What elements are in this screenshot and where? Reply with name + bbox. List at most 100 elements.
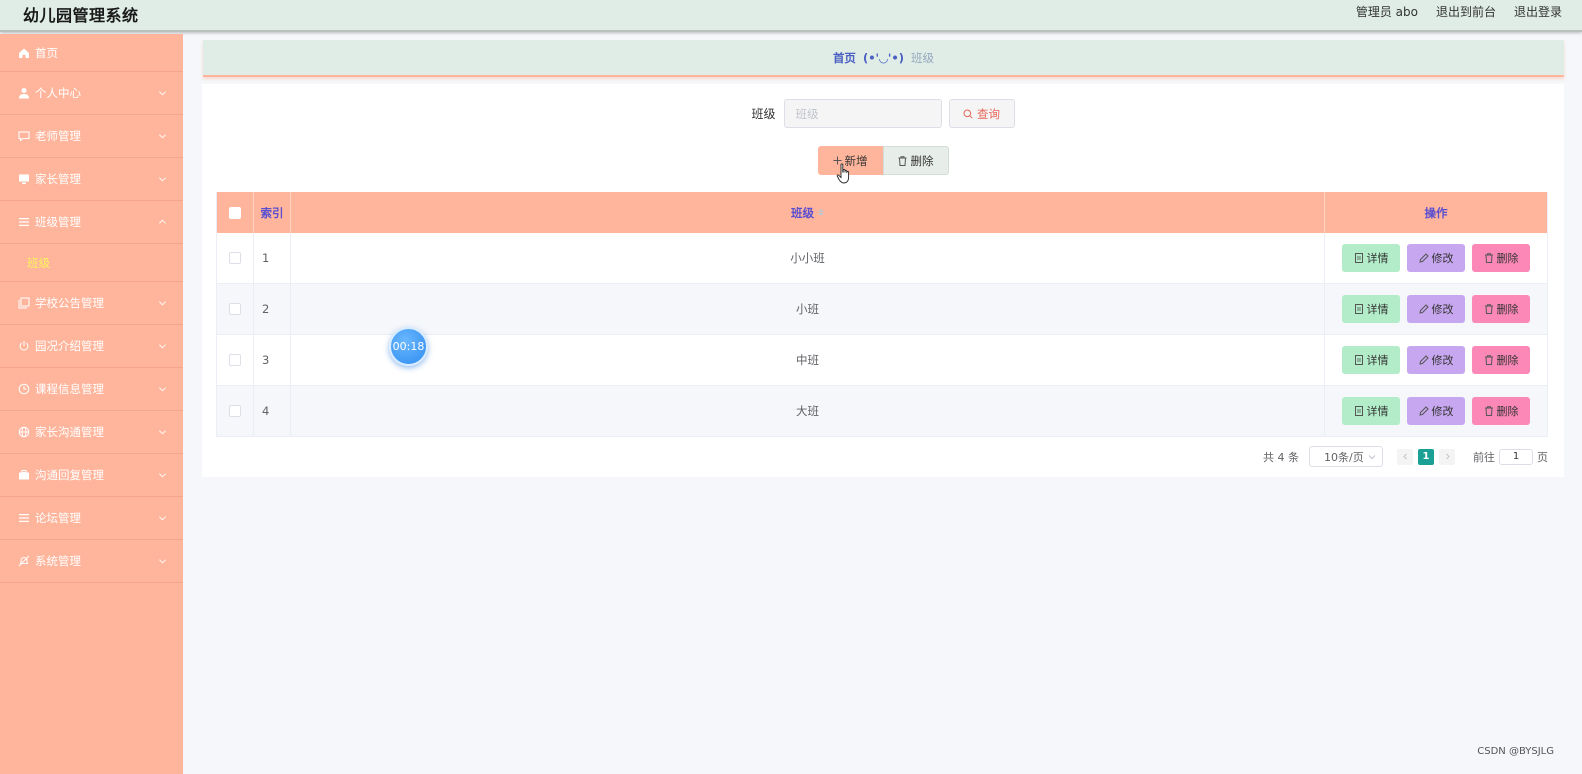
front-link[interactable]: 退出到前台 <box>1436 3 1496 20</box>
row-actions: 详情 修改 删除 <box>1325 233 1547 283</box>
search-form: 班级 查询 <box>202 99 1564 128</box>
sidebar-subitem-class[interactable]: 班级 <box>0 244 183 282</box>
chevron-down-icon <box>159 301 166 306</box>
sidebar-item-communication[interactable]: 家长沟通管理 <box>0 411 183 454</box>
sidebar-item-class-management[interactable]: 班级管理 <box>0 201 183 244</box>
top-header: 幼儿园管理系统 管理员 abo 退出到前台 退出登录 <box>0 0 1582 32</box>
sidebar-item-profile[interactable]: 个人中心 <box>0 72 183 115</box>
edit-button[interactable]: 修改 <box>1407 244 1465 272</box>
sidebar-item-label: 论坛管理 <box>35 511 81 525</box>
delete-button[interactable]: 删除 <box>1472 295 1530 323</box>
edit-button[interactable]: 修改 <box>1407 346 1465 374</box>
sidebar-item-label: 家长管理 <box>35 172 81 186</box>
row-checkbox[interactable] <box>229 252 241 264</box>
document-icon <box>1354 406 1363 416</box>
detail-button[interactable]: 详情 <box>1342 244 1400 272</box>
hand-cursor-icon <box>836 163 850 184</box>
header-class[interactable]: 班级 <box>291 192 1325 233</box>
globe-icon <box>17 426 30 439</box>
batch-delete-button[interactable]: 删除 <box>882 146 949 175</box>
sidebar-item-garden-intro[interactable]: 园况介绍管理 <box>0 325 183 368</box>
search-label: 班级 <box>751 107 776 121</box>
edit-icon <box>1418 253 1429 263</box>
sidebar-item-parents[interactable]: 家长管理 <box>0 158 183 201</box>
sort-icon[interactable] <box>818 209 824 216</box>
logout-link[interactable]: 退出登录 <box>1514 3 1562 20</box>
sidebar-item-replies[interactable]: 沟通回复管理 <box>0 454 183 497</box>
delete-button[interactable]: 删除 <box>1472 244 1530 272</box>
row-actions: 详情 修改 删除 <box>1325 335 1547 385</box>
document-icon <box>1354 355 1363 365</box>
search-input[interactable] <box>783 99 942 128</box>
page-size-select[interactable]: 10条/页 <box>1309 446 1383 467</box>
chat-icon <box>17 130 30 143</box>
sidebar-item-label: 老师管理 <box>35 129 81 143</box>
recording-timer[interactable]: 00:18 <box>389 327 428 366</box>
sidebar-item-notices[interactable]: 学校公告管理 <box>0 282 183 325</box>
select-all-checkbox[interactable] <box>229 206 241 219</box>
sidebar-item-label: 家长沟通管理 <box>35 425 104 439</box>
sidebar-item-label: 系统管理 <box>35 554 81 568</box>
row-actions: 详情 修改 删除 <box>1325 386 1547 436</box>
main-panel: 班级 查询 新增 删除 索引 班级 操作 1 小小班 <box>202 84 1564 477</box>
class-table: 索引 班级 操作 1 小小班 详情 修改 删除 2 小班 详情 修改 删除 3 … <box>216 192 1548 437</box>
user-icon <box>17 87 30 100</box>
watermark: CSDN @BYSJLG <box>1477 746 1554 757</box>
delete-button[interactable]: 删除 <box>1472 397 1530 425</box>
sidebar-item-forum[interactable]: 论坛管理 <box>0 497 183 540</box>
header-class-label: 班级 <box>791 205 814 220</box>
bell-off-icon <box>17 555 30 568</box>
chevron-down-icon <box>159 516 166 521</box>
page-number-button[interactable]: 1 <box>1418 448 1434 465</box>
row-checkbox[interactable] <box>229 354 241 366</box>
detail-label: 详情 <box>1366 405 1389 418</box>
row-checkbox[interactable] <box>229 405 241 417</box>
query-button[interactable]: 查询 <box>948 99 1015 128</box>
edit-icon <box>1418 355 1429 365</box>
detail-button[interactable]: 详情 <box>1342 295 1400 323</box>
breadcrumb-home[interactable]: 首页 <box>833 50 856 66</box>
goto-prefix: 前往 <box>1473 450 1495 464</box>
list-icon <box>17 216 30 229</box>
row-checkbox[interactable] <box>229 303 241 315</box>
table-row: 2 小班 详情 修改 删除 <box>217 284 1547 335</box>
goto-page-input[interactable] <box>1499 448 1533 465</box>
detail-label: 详情 <box>1366 303 1389 316</box>
sidebar-item-home[interactable]: 首页 <box>0 34 183 72</box>
trash-icon <box>1484 355 1493 365</box>
delete-label: 删除 <box>1496 405 1519 418</box>
app-title: 幼儿园管理系统 <box>23 6 139 25</box>
chevron-down-icon <box>159 177 166 182</box>
row-index: 2 <box>254 284 291 334</box>
user-label: 管理员 abo <box>1355 5 1418 19</box>
detail-button[interactable]: 详情 <box>1342 346 1400 374</box>
edit-label: 修改 <box>1431 405 1454 418</box>
edit-button[interactable]: 修改 <box>1407 397 1465 425</box>
search-icon <box>963 109 973 119</box>
prev-page-button[interactable] <box>1397 448 1413 465</box>
row-index: 3 <box>254 335 291 385</box>
sidebar-item-label: 个人中心 <box>35 86 81 100</box>
row-class: 小班 <box>291 284 1325 334</box>
row-index: 1 <box>254 233 291 283</box>
next-page-button[interactable] <box>1439 448 1455 465</box>
sidebar-item-teachers[interactable]: 老师管理 <box>0 115 183 158</box>
sidebar-item-label: 课程信息管理 <box>35 382 104 396</box>
edit-button[interactable]: 修改 <box>1407 295 1465 323</box>
query-button-label: 查询 <box>977 106 1000 121</box>
batch-delete-label: 删除 <box>910 153 934 168</box>
delete-button[interactable]: 删除 <box>1472 346 1530 374</box>
edit-label: 修改 <box>1431 354 1454 367</box>
row-index: 4 <box>254 386 291 436</box>
table-row: 4 大班 详情 修改 删除 <box>217 386 1547 437</box>
delete-label: 删除 <box>1496 354 1519 367</box>
page-size-value: 10条/页 <box>1324 450 1364 464</box>
sidebar-item-system[interactable]: 系统管理 <box>0 540 183 583</box>
sidebar-item-label: 班级管理 <box>35 215 81 229</box>
sidebar-item-courses[interactable]: 课程信息管理 <box>0 368 183 411</box>
detail-button[interactable]: 详情 <box>1342 397 1400 425</box>
edit-label: 修改 <box>1431 252 1454 265</box>
breadcrumb-current: 班级 <box>911 50 935 65</box>
sidebar-item-label: 首页 <box>35 45 58 60</box>
row-checkbox-cell <box>217 284 254 334</box>
